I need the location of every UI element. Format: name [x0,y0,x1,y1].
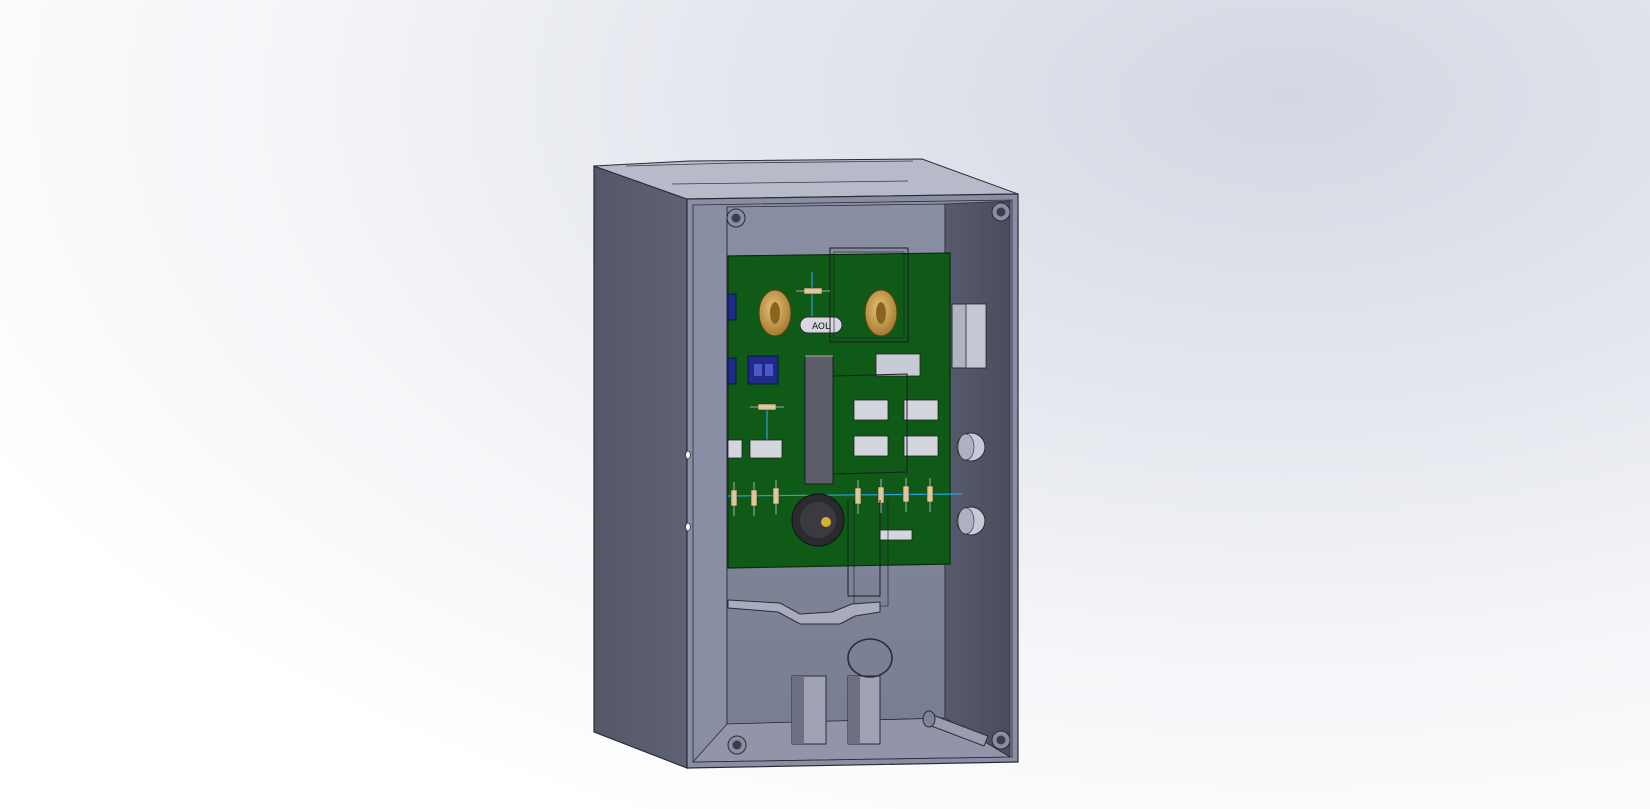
enclosure-model[interactable]: AOL [0,0,1650,809]
ic-chip [804,355,834,485]
cad-viewport[interactable]: AOL [0,0,1650,809]
buzzer [791,493,845,547]
crystal-oscillator: AOL [799,316,843,334]
crystal-label: AOL [812,322,830,332]
